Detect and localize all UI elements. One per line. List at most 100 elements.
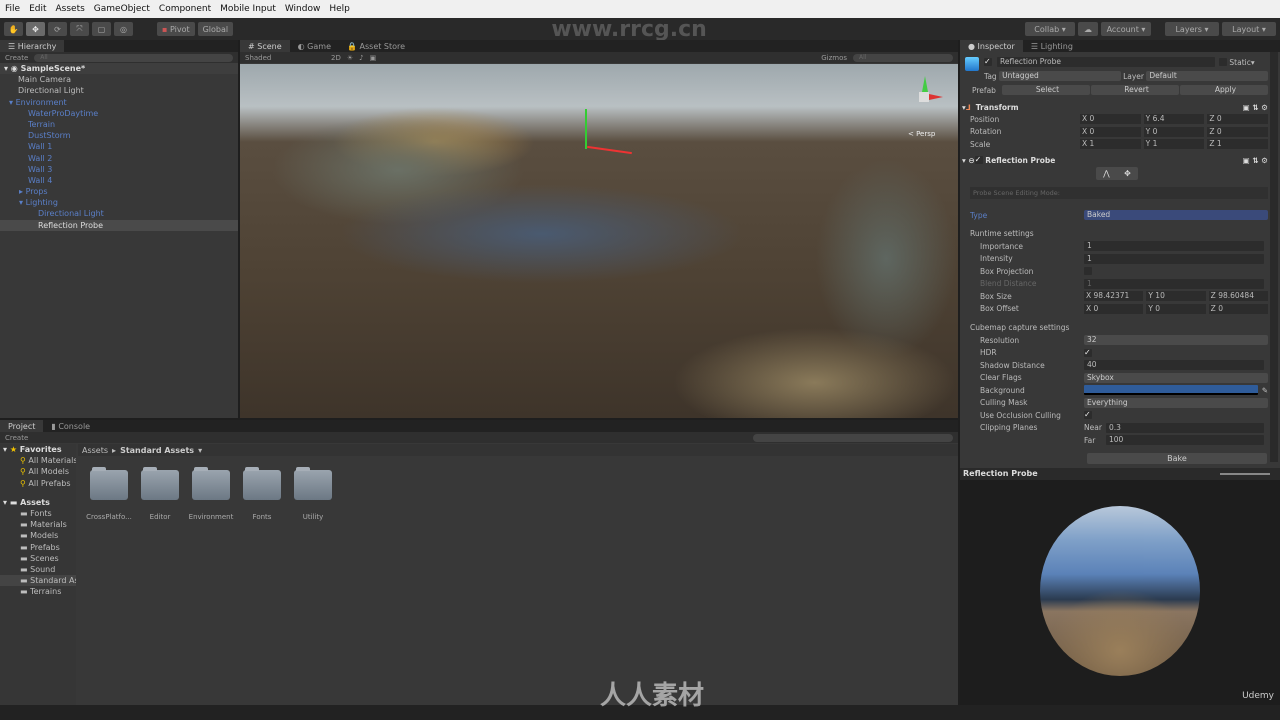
project-folder[interactable]: Fonts	[236, 467, 288, 521]
project-folder[interactable]: Editor	[134, 467, 186, 521]
asset-folder-item[interactable]: ▬ Terrains	[0, 586, 76, 597]
component-settings-icon[interactable]: ▣ ⇅ ⚙	[1243, 103, 1268, 112]
blend-field[interactable]: 1	[1084, 278, 1264, 289]
pivot-button[interactable]: ▪ Pivot	[157, 22, 195, 36]
project-folder[interactable]: CrossPlatfo...	[83, 467, 135, 521]
project-create-button[interactable]: Create	[5, 434, 28, 442]
position-x-field[interactable]: X 0	[1080, 114, 1141, 124]
collab-button[interactable]: Collab ▾	[1025, 22, 1075, 36]
probe-settings-icon[interactable]: ▣ ⇅ ⚙	[1243, 156, 1268, 165]
hand-tool-icon[interactable]: ✋	[4, 22, 23, 36]
scene-viewport[interactable]: < Persp	[240, 64, 958, 418]
hierarchy-item[interactable]: DustStorm	[0, 130, 238, 141]
account-button[interactable]: Account ▾	[1101, 22, 1151, 36]
reflection-probe-header[interactable]: ▾ ⊖ ✓ Reflection Probe ▣ ⇅ ⚙	[962, 154, 1268, 166]
hierarchy-item[interactable]: Wall 3	[0, 164, 238, 175]
scene-search-input[interactable]: All	[853, 53, 953, 62]
position-y-field[interactable]: Y 6.4	[1143, 114, 1205, 124]
project-folder[interactable]: Utility	[287, 467, 339, 521]
tab-project[interactable]: Project	[0, 420, 44, 432]
move-gizmo-y-axis[interactable]	[585, 109, 587, 149]
cloud-icon[interactable]: ☁	[1078, 22, 1098, 36]
asset-folder-item[interactable]: ▬ Fonts	[0, 508, 76, 519]
rotate-tool-icon[interactable]: ⟳	[48, 22, 67, 36]
hierarchy-item[interactable]: Main Camera	[0, 74, 238, 85]
hierarchy-item[interactable]: Directional Light	[0, 208, 238, 219]
background-color-field[interactable]	[1084, 385, 1258, 395]
checkbox[interactable]: ✓	[1084, 348, 1092, 357]
tab-game[interactable]: ◐ Game	[290, 40, 339, 52]
rect-tool-icon[interactable]: ▢	[92, 22, 111, 36]
far-field[interactable]: 100	[1106, 435, 1264, 445]
hierarchy-item[interactable]: ▸ Props	[0, 186, 238, 197]
breadcrumb-assets[interactable]: Assets	[82, 446, 108, 455]
breadcrumb-standard-assets[interactable]: Standard Assets	[120, 446, 194, 455]
hierarchy-item[interactable]: Terrain	[0, 119, 238, 130]
shading-dropdown[interactable]: Shaded	[245, 54, 305, 62]
assets-header[interactable]: ▾ ▬ Assets	[0, 497, 76, 508]
menu-mobile-input[interactable]: Mobile Input	[220, 4, 276, 14]
tab-asset-store[interactable]: 🔒 Asset Store	[339, 40, 413, 52]
tab-lighting[interactable]: ☰ Lighting	[1023, 40, 1081, 52]
menu-assets[interactable]: Assets	[56, 4, 85, 14]
position-z-field[interactable]: Z 0	[1207, 114, 1269, 124]
menu-window[interactable]: Window	[285, 4, 321, 14]
box_size-y-field[interactable]: Y 10	[1146, 291, 1206, 301]
scale-x-field[interactable]: X 1	[1080, 139, 1141, 149]
asset-folder-item[interactable]: ▬ Materials	[0, 519, 76, 530]
gizmos-dropdown[interactable]: Gizmos	[821, 54, 847, 62]
edit-bounds-icon[interactable]: ⋀	[1103, 169, 1110, 178]
menu-component[interactable]: Component	[159, 4, 211, 14]
rotation-x-field[interactable]: X 0	[1080, 126, 1141, 137]
asset-folder-item[interactable]: ▬ Standard Assets	[0, 575, 76, 587]
object-name-field[interactable]: Reflection Probe	[997, 57, 1215, 67]
box_size-z-field[interactable]: Z 98.60484	[1208, 291, 1268, 301]
move-tool-icon[interactable]: ✥	[26, 22, 45, 36]
edit-origin-icon[interactable]: ✥	[1124, 169, 1131, 178]
menu-gameobject[interactable]: GameObject	[94, 4, 150, 14]
clear-field[interactable]: Skybox	[1084, 372, 1268, 383]
shadow-field[interactable]: 40	[1084, 360, 1264, 370]
transform-header[interactable]: ▾ ⅃ Transform ▣ ⇅ ⚙	[962, 101, 1268, 113]
layers-dropdown[interactable]: Layers ▾	[1165, 22, 1219, 36]
create-button[interactable]: Create	[5, 54, 28, 62]
asset-folder-item[interactable]: ▬ Sound	[0, 564, 76, 575]
active-checkbox[interactable]: ✓	[984, 58, 992, 66]
prefab-select-button[interactable]: Select	[1002, 85, 1090, 95]
tab-hierarchy[interactable]: ☰ Hierarchy	[0, 40, 65, 52]
2d-toggle[interactable]: 2D	[331, 54, 341, 62]
scale-tool-icon[interactable]: ⤧	[70, 22, 89, 36]
checkbox[interactable]	[1084, 267, 1092, 275]
asset-folder-item[interactable]: ▬ Models	[0, 530, 76, 541]
hierarchy-item[interactable]: Wall 2	[0, 153, 238, 164]
menu-edit[interactable]: Edit	[29, 4, 46, 14]
effects-toggle-icon[interactable]: ▣	[370, 54, 377, 62]
rotation-z-field[interactable]: Z 0	[1207, 126, 1269, 137]
preview-zoom-slider[interactable]	[1220, 473, 1270, 475]
prefab-revert-button[interactable]: Revert	[1091, 85, 1179, 95]
hierarchy-item[interactable]: ▾ Environment	[0, 97, 238, 108]
favorite-item[interactable]: ⚲ All Models	[0, 466, 76, 477]
tag-dropdown[interactable]: Untagged	[999, 71, 1121, 81]
move-gizmo-x-axis[interactable]	[587, 145, 632, 155]
global-button[interactable]: Global	[197, 22, 234, 36]
eyedropper-icon[interactable]: ✎	[1262, 386, 1268, 395]
project-folder[interactable]: Environment	[185, 467, 237, 521]
asset-folder-item[interactable]: ▬ Scenes	[0, 553, 76, 564]
hierarchy-item[interactable]: Directional Light	[0, 85, 238, 96]
near-field[interactable]: 0.3	[1106, 422, 1264, 433]
box_offset-y-field[interactable]: Y 0	[1146, 303, 1206, 314]
project-search-input[interactable]	[753, 433, 953, 442]
hierarchy-item[interactable]: Wall 4	[0, 175, 238, 186]
asset-folder-item[interactable]: ▬ Prefabs	[0, 542, 76, 553]
scene-root[interactable]: ▾ ◉ SampleScene*	[0, 63, 238, 75]
bake-button[interactable]: Bake	[1087, 453, 1267, 464]
favorites-header[interactable]: ▾ ★ Favorites	[0, 444, 76, 455]
favorite-item[interactable]: ⚲ All Materials	[0, 455, 76, 466]
scale-z-field[interactable]: Z 1	[1207, 139, 1269, 149]
tab-console[interactable]: ▮ Console	[43, 420, 98, 432]
tab-inspector[interactable]: ● Inspector	[960, 40, 1023, 52]
probe-enabled-checkbox[interactable]: ✓	[974, 156, 983, 164]
box_offset-z-field[interactable]: Z 0	[1208, 303, 1268, 314]
audio-toggle-icon[interactable]: ♪	[359, 54, 363, 62]
